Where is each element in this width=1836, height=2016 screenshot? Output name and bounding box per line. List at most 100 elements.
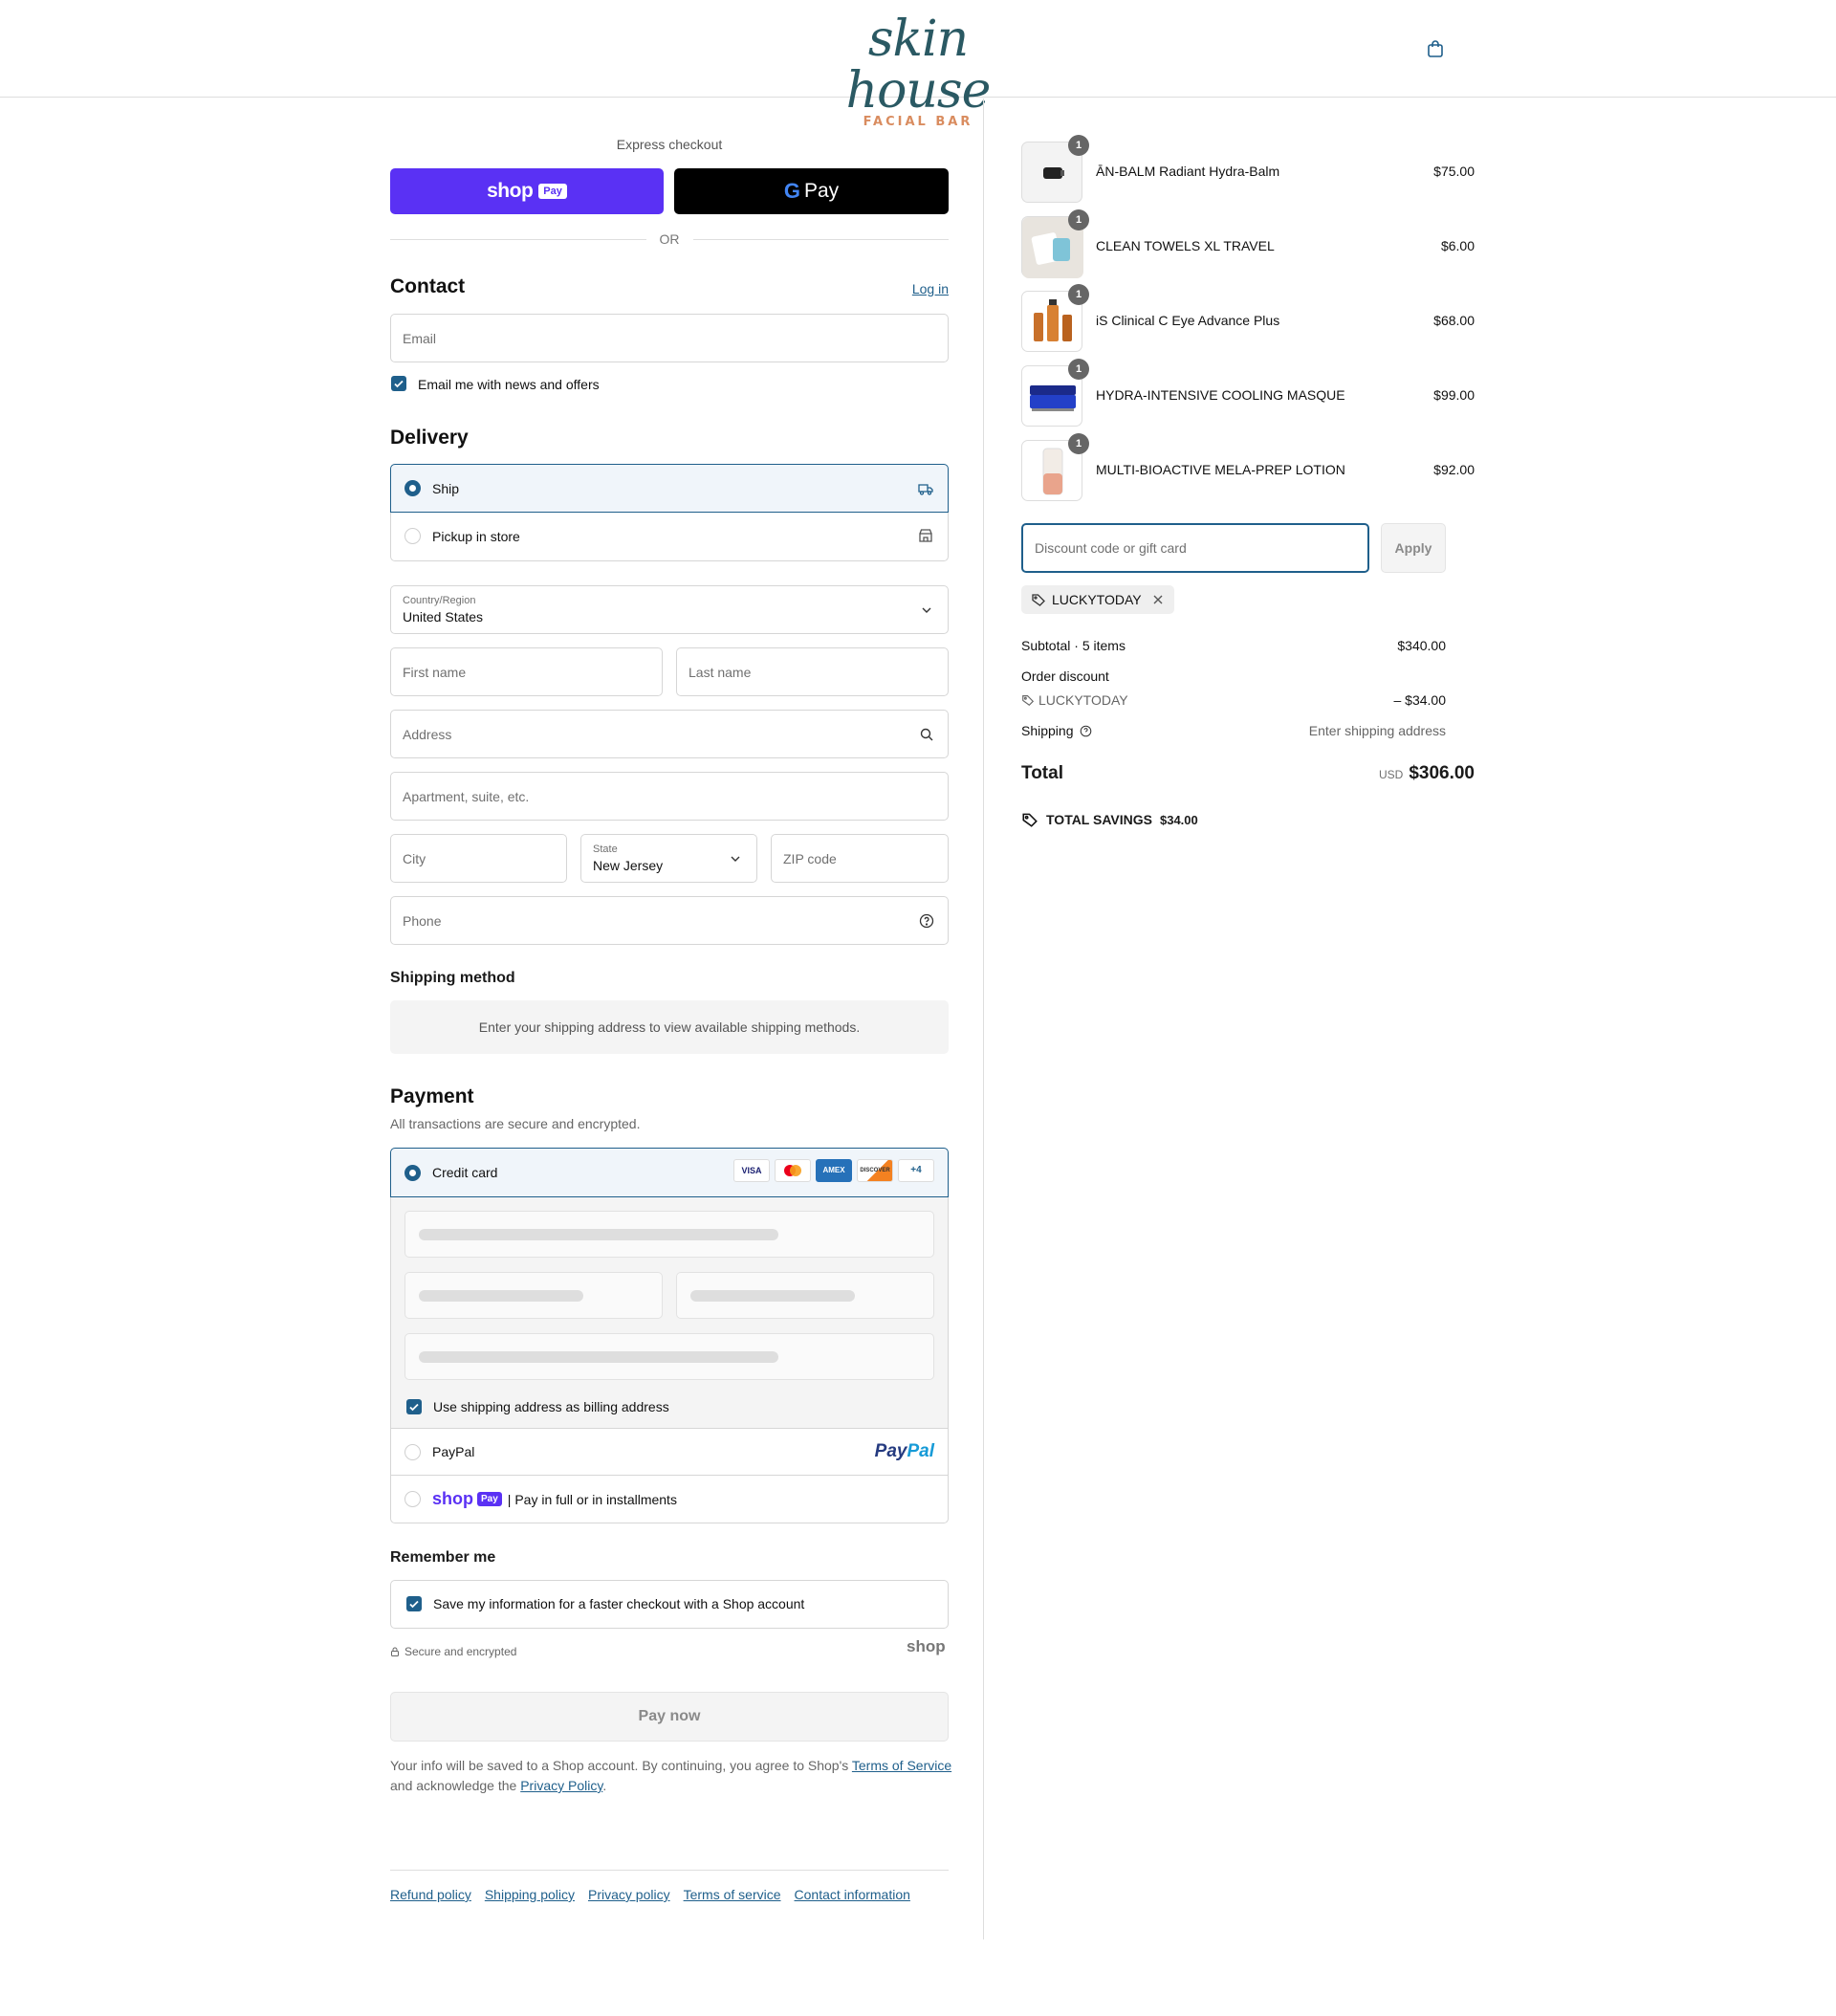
paypal-logo-pay: Pay — [874, 1441, 907, 1461]
quantity-badge: 1 — [1068, 284, 1089, 305]
address-field[interactable]: Address — [390, 710, 949, 758]
first-name-field[interactable]: First name — [390, 647, 663, 696]
last-name-field[interactable]: Last name — [676, 647, 949, 696]
store-logo[interactable]: skin house FACIAL BAR — [805, 13, 1031, 129]
privacy-link[interactable]: Privacy Policy — [520, 1778, 602, 1793]
shop-pay-installments-label: | Pay in full or in installments — [507, 1491, 677, 1507]
first-name-placeholder: First name — [403, 664, 467, 680]
save-info-label: Save my information for a faster checkou… — [433, 1596, 805, 1611]
shop-pay-installments-radio[interactable] — [404, 1491, 421, 1507]
shipping-method-heading: Shipping method — [390, 970, 515, 986]
applied-discount-code: LUCKYTODAY — [1052, 592, 1142, 607]
billing-checkbox[interactable] — [406, 1399, 422, 1414]
pickup-radio[interactable] — [404, 528, 421, 544]
discount-code-label: LUCKYTODAY — [1038, 692, 1128, 708]
contact-information-link[interactable]: Contact information — [795, 1887, 910, 1902]
shop-pay-installments-option[interactable]: shop Pay | Pay in full or in installment… — [390, 1476, 949, 1523]
email-field[interactable]: Email — [390, 314, 949, 362]
card-security-field[interactable] — [676, 1272, 934, 1319]
shipping-method-notice: Enter your shipping address to view avai… — [390, 1000, 949, 1054]
country-select[interactable]: Country/Region United States — [390, 585, 949, 634]
state-value: New Jersey — [593, 858, 664, 873]
paypal-radio[interactable] — [404, 1444, 421, 1460]
credit-card-option[interactable]: Credit card VISA AMEX DISCOVER +4 — [390, 1148, 949, 1197]
paypal-logo-pal: Pal — [907, 1441, 934, 1461]
paypal-option[interactable]: PayPal PayPal — [390, 1428, 949, 1476]
city-field[interactable]: City — [390, 834, 567, 883]
refund-policy-link[interactable]: Refund policy — [390, 1887, 471, 1902]
ship-option[interactable]: Ship — [390, 464, 949, 513]
paypal-logo: PayPal — [875, 1441, 934, 1462]
ship-label: Ship — [432, 481, 460, 496]
product-price: $99.00 — [1433, 387, 1475, 403]
discount-code-input[interactable]: Discount code or gift card — [1021, 523, 1369, 573]
shipping-policy-link[interactable]: Shipping policy — [485, 1887, 575, 1902]
delivery-heading: Delivery — [390, 427, 469, 449]
phone-field[interactable]: Phone — [390, 896, 949, 945]
legal-text-c: . — [602, 1778, 607, 1793]
google-pay-button[interactable]: G Pay — [674, 168, 949, 214]
pickup-label: Pickup in store — [432, 529, 520, 544]
secure-label: Secure and encrypted — [404, 1645, 517, 1658]
country-value: United States — [403, 609, 484, 625]
total-label: Total — [1021, 763, 1063, 783]
footer-links: Refund policy Shipping policy Privacy po… — [390, 1887, 910, 1902]
shop-pay-button[interactable]: shop Pay — [390, 168, 664, 214]
city-placeholder: City — [403, 850, 426, 866]
or-divider: OR — [390, 231, 949, 247]
zip-placeholder: ZIP code — [783, 850, 837, 866]
truck-icon — [917, 480, 934, 497]
tag-icon — [1022, 813, 1038, 827]
shipping-label: Shipping — [1021, 723, 1074, 738]
ship-radio[interactable] — [404, 480, 421, 496]
pay-now-button[interactable]: Pay now — [390, 1692, 949, 1742]
total-savings: TOTAL SAVINGS $34.00 — [1021, 811, 1198, 828]
total-savings-value: $34.00 — [1159, 812, 1198, 827]
applied-discount-chip: LUCKYTODAY — [1021, 585, 1174, 614]
card-number-field[interactable] — [404, 1211, 934, 1258]
newsletter-label: Email me with news and offers — [418, 377, 600, 392]
credit-card-radio[interactable] — [404, 1165, 421, 1181]
product-price: $75.00 — [1433, 164, 1475, 179]
help-icon[interactable] — [919, 913, 934, 929]
terms-link[interactable]: Terms of Service — [852, 1758, 951, 1773]
site-header: skin house FACIAL BAR — [0, 0, 1836, 129]
state-select[interactable]: State New Jersey — [580, 834, 757, 883]
footer-divider — [390, 1870, 949, 1871]
terms-of-service-link[interactable]: Terms of service — [684, 1887, 781, 1902]
order-discount-row: Order discount — [1021, 668, 1446, 684]
help-icon[interactable] — [1080, 725, 1092, 737]
subtotal-row: Subtotal · 5 items $340.00 — [1021, 638, 1446, 653]
total-value: $306.00 — [1409, 763, 1475, 783]
or-label: OR — [659, 231, 680, 247]
quantity-badge: 1 — [1068, 433, 1089, 454]
zip-field[interactable]: ZIP code — [771, 834, 949, 883]
shopping-bag-icon[interactable] — [1425, 38, 1446, 59]
express-checkout-title: Express checkout — [616, 137, 723, 152]
chevron-down-icon — [731, 856, 740, 862]
tag-icon — [1032, 594, 1045, 606]
card-name-field[interactable] — [404, 1333, 934, 1380]
apartment-field[interactable]: Apartment, suite, etc. — [390, 772, 949, 821]
quantity-badge: 1 — [1068, 135, 1089, 156]
login-link[interactable]: Log in — [842, 281, 949, 296]
product-name: CLEAN TOWELS XL TRAVEL — [1096, 238, 1275, 253]
pickup-option[interactable]: Pickup in store — [390, 513, 949, 561]
discount-code-placeholder: Discount code or gift card — [1035, 540, 1187, 556]
product-price: $68.00 — [1433, 313, 1475, 328]
remove-discount-icon[interactable] — [1151, 593, 1165, 606]
secure-note: Secure and encrypted — [390, 1645, 516, 1658]
card-expiry-field[interactable] — [404, 1272, 663, 1319]
newsletter-checkbox[interactable] — [391, 376, 406, 391]
save-info-checkbox[interactable] — [406, 1596, 422, 1611]
privacy-policy-link[interactable]: Privacy policy — [588, 1887, 670, 1902]
payment-heading: Payment — [390, 1085, 474, 1107]
product-price: $92.00 — [1433, 462, 1475, 477]
contact-heading: Contact — [390, 275, 466, 297]
order-discount-label: Order discount — [1021, 668, 1109, 684]
google-pay-wordmark: Pay — [803, 180, 840, 202]
tag-icon — [1022, 695, 1035, 706]
apply-discount-button[interactable]: Apply — [1381, 523, 1446, 573]
billing-label: Use shipping address as billing address — [433, 1399, 669, 1414]
quantity-badge: 1 — [1068, 209, 1089, 230]
